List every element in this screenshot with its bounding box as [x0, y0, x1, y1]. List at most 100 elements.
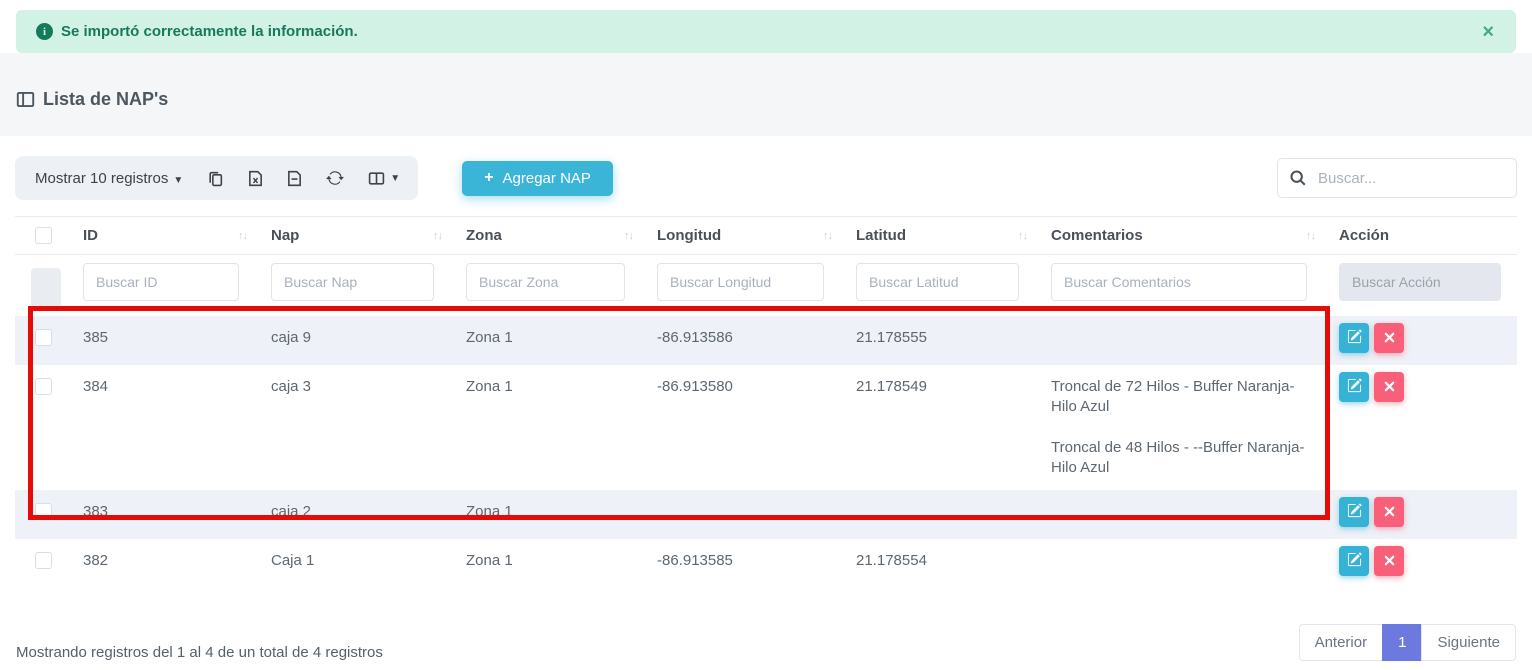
cell-id: 385	[67, 316, 255, 365]
filter-input-nap[interactable]	[271, 263, 434, 301]
chevron-down-icon: ▼	[173, 175, 183, 186]
cell-longitud: -86.913586	[641, 316, 840, 365]
pagination-next-button[interactable]: Siguiente	[1421, 624, 1516, 661]
filter-checkbox-placeholder	[31, 268, 61, 308]
cell-accion	[1323, 316, 1517, 365]
cell-nap: caja 9	[255, 316, 450, 365]
title-band: Lista de NAP's	[0, 53, 1532, 136]
cell-comentarios	[1035, 490, 1323, 539]
info-circle-icon: i	[36, 23, 53, 40]
filter-input-zona[interactable]	[466, 263, 625, 301]
column-header-zona[interactable]: Zona↑↓	[450, 216, 641, 255]
select-all-checkbox[interactable]	[35, 227, 52, 244]
delete-button[interactable]	[1374, 546, 1404, 576]
refresh-icon	[326, 169, 344, 187]
show-records-dropdown[interactable]: Mostrar 10 registros ▼	[21, 162, 195, 195]
delete-button[interactable]	[1374, 323, 1404, 353]
row-checkbox[interactable]	[35, 552, 52, 569]
cell-longitud: -86.913580	[641, 365, 840, 490]
show-records-label: Mostrar 10 registros	[35, 170, 168, 187]
column-header-comentarios[interactable]: Comentarios↑↓	[1035, 216, 1323, 255]
table-row: 384caja 3Zona 1-86.91358021.178549Tronca…	[15, 365, 1517, 490]
chevron-down-icon: ▼	[390, 173, 400, 184]
delete-x-icon	[1384, 554, 1395, 569]
cell-comentarios: Troncal de 72 Hilos - Buffer Naranja- Hi…	[1035, 365, 1323, 490]
edit-icon	[1347, 329, 1362, 347]
pagination-prev-button[interactable]: Anterior	[1299, 624, 1384, 661]
comment-text: Troncal de 48 Hilos - --Buffer Naranja- …	[1051, 438, 1315, 479]
cell-nap: Caja 1	[255, 539, 450, 588]
column-header-longitud[interactable]: Longitud ↑↓	[641, 216, 840, 255]
refresh-button[interactable]	[314, 161, 356, 195]
copy-button[interactable]	[195, 162, 236, 195]
add-nap-button[interactable]: + Agregar NAP	[462, 161, 613, 196]
sort-arrows-icon[interactable]: ↑↓	[624, 230, 633, 242]
tool-button-group: Mostrar 10 registros ▼	[15, 156, 418, 200]
cell-comentarios	[1035, 316, 1323, 365]
delete-x-icon	[1384, 505, 1395, 520]
column-label-nap: Nap	[271, 227, 299, 244]
sort-arrows-icon[interactable]: ↑↓	[433, 230, 442, 242]
column-label-accion: Acción	[1339, 227, 1389, 244]
cell-id: 384	[67, 365, 255, 490]
sort-arrows-icon[interactable]: ↑↓	[1306, 230, 1315, 242]
table-row: 385caja 9Zona 1-86.91358621.178555	[15, 316, 1517, 365]
column-label-id: ID	[83, 227, 98, 244]
success-alert: i Se importó correctamente la informació…	[16, 10, 1516, 53]
edit-button[interactable]	[1339, 497, 1369, 527]
edit-icon	[1347, 552, 1362, 570]
delete-button[interactable]	[1374, 497, 1404, 527]
cell-latitud: 21.178549	[840, 365, 1035, 490]
table-header-row: ID↑↓Nap↑↓Zona↑↓Longitud↑↓Latitud↑↓Coment…	[15, 216, 1517, 255]
column-label-longitud: Longitud	[657, 227, 721, 244]
column-label-latitud: Latitud	[856, 227, 906, 244]
cell-latitud: 21.178555	[840, 316, 1035, 365]
page-title: Lista de NAP's	[16, 89, 1516, 110]
columns-visibility-button[interactable]: ▼	[356, 162, 412, 195]
columns-visibility-icon	[368, 170, 385, 187]
edit-button[interactable]	[1339, 323, 1369, 353]
edit-button[interactable]	[1339, 372, 1369, 402]
filter-input-longitud[interactable]	[657, 263, 824, 301]
column-header-nap[interactable]: Nap ↑↓	[255, 216, 450, 255]
add-nap-label: Agregar NAP	[503, 170, 591, 187]
global-search	[1277, 158, 1517, 198]
table-filter-row	[15, 255, 1517, 316]
search-input[interactable]	[1277, 158, 1517, 198]
cell-accion	[1323, 490, 1517, 539]
filter-input-comentarios[interactable]	[1051, 263, 1307, 301]
sort-arrows-icon[interactable]: ↑↓	[1018, 230, 1027, 242]
delete-button[interactable]	[1374, 372, 1404, 402]
table-wrap: ID↑↓Nap↑↓Zona↑↓Longitud↑↓Latitud↑↓Coment…	[15, 216, 1517, 588]
filter-input-id[interactable]	[83, 263, 239, 301]
delete-x-icon	[1384, 331, 1395, 346]
cell-id: 382	[67, 539, 255, 588]
cell-nap: caja 2	[255, 490, 450, 539]
cell-comentarios	[1035, 539, 1323, 588]
plus-icon: +	[484, 170, 493, 186]
alert-message: Se importó correctamente la información.	[61, 23, 358, 40]
alert-close-button[interactable]: ×	[1476, 20, 1500, 44]
cell-id: 383	[67, 490, 255, 539]
sort-arrows-icon[interactable]: ↑↓	[823, 230, 832, 242]
row-checkbox[interactable]	[35, 378, 52, 395]
table-toolbar: Mostrar 10 registros ▼	[15, 156, 1517, 200]
column-header-id[interactable]: ID ↑↓	[67, 216, 255, 255]
cell-longitud	[641, 490, 840, 539]
edit-button[interactable]	[1339, 546, 1369, 576]
sort-arrows-icon[interactable]: ↑↓	[238, 230, 247, 242]
cell-zona: Zona 1	[450, 539, 641, 588]
cell-accion	[1323, 365, 1517, 490]
page-title-text: Lista de NAP's	[43, 89, 168, 110]
export-excel-button[interactable]	[236, 162, 275, 195]
filter-input-latitud[interactable]	[856, 263, 1019, 301]
pagination-page-1-button[interactable]: 1	[1382, 624, 1422, 661]
column-header-accion: Acción	[1323, 216, 1517, 255]
cell-zona: Zona 1	[450, 316, 641, 365]
export-file-button[interactable]	[275, 162, 314, 195]
copy-icon	[207, 170, 224, 187]
column-header-latitud[interactable]: Latitud ↑↓	[840, 216, 1035, 255]
row-checkbox[interactable]	[35, 503, 52, 520]
table-icon	[16, 90, 35, 109]
row-checkbox[interactable]	[35, 329, 52, 346]
